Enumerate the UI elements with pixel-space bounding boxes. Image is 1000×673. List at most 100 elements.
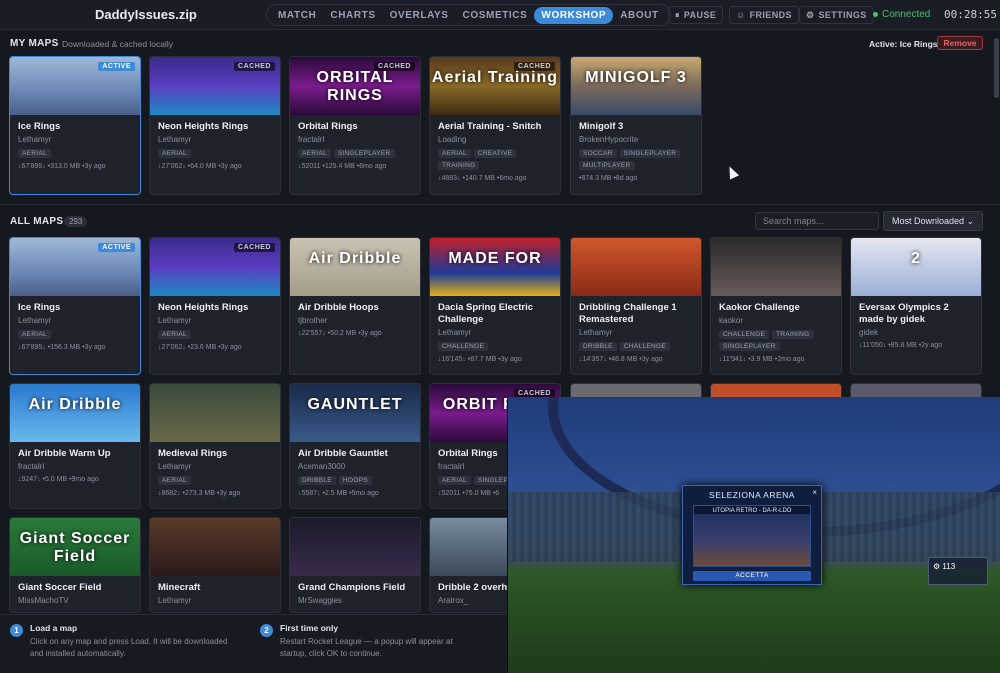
friends-button[interactable]: ☺ FRIENDS — [729, 6, 799, 24]
map-stats: ↓14'357↓ •46.8 MB •3y ago — [579, 356, 663, 363]
map-tag: AERIAL — [158, 149, 191, 158]
map-stats: ↓8682↓ •273.3 MB •3y ago — [158, 490, 241, 497]
tag-list: AERIAL — [158, 476, 272, 485]
map-tag: AERIAL — [438, 476, 471, 485]
map-name: Ice Rings — [18, 302, 61, 313]
map-thumbnail: ACTIVE — [10, 238, 140, 296]
tab-charts[interactable]: CHARTS — [323, 7, 382, 24]
map-name: Dribbling Challenge 1 Remastered — [579, 302, 677, 325]
map-tag: CHALLENGE — [719, 330, 770, 339]
card-body: Air Dribble Hoops tjbrother ↓22'557↓ •50.2… — [290, 296, 420, 343]
card-body: Kaokor Challenge kaokor CHALLENGE TRAINING S… — [711, 296, 841, 369]
map-name: Air Dribble Gauntlet — [298, 448, 388, 459]
map-card[interactable]: MINIGOLF 3 Minigolf 3 BrokenHypocrite SOCCA… — [570, 56, 702, 195]
map-stats: ↓9247↓ •5.0 MB •9mo ago — [18, 476, 99, 483]
thumbnail-caption: MINIGOLF 3 — [585, 69, 687, 86]
scrollbar-thumb[interactable] — [994, 38, 999, 98]
map-card[interactable]: Giant Soccer Field Giant Soccer Field Miss… — [9, 517, 141, 613]
map-card[interactable]: GAUNTLET Air Dribble Gauntlet Aceman3000 DR… — [289, 383, 421, 509]
settings-button[interactable]: ⚙ SETTINGS — [799, 6, 874, 24]
connection-status: Connected — [873, 9, 930, 20]
arena-preview[interactable]: UTOPIA RETRO - DA-R-LDO — [693, 505, 811, 567]
map-thumbnail — [150, 518, 280, 576]
hud-player-chip: ⚙ 113 — [928, 557, 988, 585]
status-badge: CACHED — [514, 62, 555, 71]
map-author: fractalrl — [18, 462, 45, 471]
map-card[interactable]: Dribbling Challenge 1 Remastered Lethamyr… — [570, 237, 702, 375]
map-tag: AERIAL — [18, 149, 51, 158]
status-badge: CACHED — [234, 62, 275, 71]
map-tag: DRIBBLE — [579, 342, 617, 351]
search-input[interactable] — [755, 212, 879, 230]
remove-button[interactable]: Remove — [937, 36, 983, 50]
map-stats: ↓27'062↓ •64.0 MB •3y ago — [158, 163, 242, 170]
card-body: Grand Champions Field MrSwaggies — [290, 576, 420, 611]
map-tag: SINGLEPLAYER — [719, 342, 780, 351]
all-maps-title: ALL MAPS — [10, 216, 64, 227]
map-author: Lethamyr — [158, 316, 192, 325]
session-clock: 00:28:55 — [944, 8, 997, 21]
map-card[interactable]: ORBITAL RINGS CACHED Orbital Rings fractalr… — [289, 56, 421, 195]
map-card[interactable]: MADE FOR Dacia Spring Electric Challenge L… — [429, 237, 561, 375]
accept-button[interactable]: ACCETTA — [693, 571, 811, 581]
map-author: gidek — [859, 328, 879, 337]
thumbnail-caption: Air Dribble — [28, 396, 122, 413]
map-thumbnail — [571, 238, 701, 296]
card-body: Neon Heights Rings Lethamyr AERIAL ↓27'062↓… — [150, 115, 280, 176]
status-badge: CACHED — [374, 62, 415, 71]
map-thumbnail — [150, 384, 280, 442]
map-card[interactable]: Minecraft Lethamyr — [149, 517, 281, 613]
map-author: Aceman3000 — [298, 462, 346, 471]
tab-about[interactable]: ABOUT — [613, 7, 666, 24]
sort-select[interactable]: Most Downloaded ⌄ — [883, 211, 983, 231]
status-dot-icon — [873, 12, 878, 17]
map-card[interactable]: Kaokor Challenge kaokor CHALLENGE TRAINING S… — [710, 237, 842, 375]
tag-list: CHALLENGE — [438, 342, 552, 351]
map-name: Eversax Olympics 2 made by gidek — [859, 302, 949, 325]
map-card[interactable]: Medieval Rings Lethamyr AERIAL ↓8682↓ •273.… — [149, 383, 281, 509]
step-text: Click on any map and press Load. It will… — [30, 637, 228, 658]
game-preview-window: SELEZIONA ARENA × UTOPIA RETRO - DA-R-LD… — [507, 397, 1000, 673]
map-author: Loading — [438, 135, 467, 144]
map-thumbnail: Air Dribble — [290, 238, 420, 296]
pause-button[interactable]: ⏸ PAUSE — [668, 6, 724, 24]
map-tag: AERIAL — [298, 149, 331, 158]
map-card[interactable]: Air Dribble Air Dribble Warm Up fractalrl ↓… — [9, 383, 141, 509]
map-author: Lethamyr — [18, 135, 52, 144]
tag-list: AERIAL — [158, 149, 272, 158]
chevron-down-icon: ⌄ — [966, 215, 974, 226]
thumbnail-caption: Aerial Training — [431, 69, 559, 86]
map-author: Lethamyr — [579, 328, 613, 337]
map-tag: DRIBBLE — [298, 476, 336, 485]
card-body: Air Dribble Warm Up fractalrl ↓9247↓ •5.0 … — [10, 442, 140, 489]
help-step-2: 2 First time only Restart Rocket League … — [260, 623, 480, 660]
top-bar: DaddyIssues.zip MATCH CHARTS OVERLAYS CO… — [0, 0, 1000, 30]
card-body: Medieval Rings Lethamyr AERIAL ↓8682↓ •273.… — [150, 442, 280, 503]
map-card[interactable]: ACTIVE Ice Rings Lethamyr AERIAL ↓67'895↓ •1… — [9, 237, 141, 375]
tab-workshop[interactable]: WORKSHOP — [534, 6, 614, 24]
map-card[interactable]: Aerial Training CACHED Aerial Training - S… — [429, 56, 561, 195]
map-card[interactable]: 2 Eversax Olympics 2 made by gidek gidek ↓1… — [850, 237, 982, 375]
map-card[interactable]: ACTIVE Ice Rings Lethamyr AERIAL ↓67'895↓ •3… — [9, 56, 141, 195]
tab-cosmetics[interactable]: COSMETICS — [456, 7, 535, 24]
step-number: 2 — [260, 624, 273, 637]
map-card[interactable]: Grand Champions Field MrSwaggies — [289, 517, 421, 613]
map-thumbnail: ACTIVE — [10, 57, 140, 115]
tag-list: AERIAL CREATIVE TRAINING — [438, 149, 552, 170]
pause-label: PAUSE — [683, 10, 717, 20]
map-stats: ↓52011 •125.4 MB •6mo ago — [298, 163, 387, 170]
map-thumbnail: GAUNTLET — [290, 384, 420, 442]
tab-overlays[interactable]: OVERLAYS — [383, 7, 456, 24]
map-card[interactable]: Air Dribble Air Dribble Hoops tjbrother ↓22… — [289, 237, 421, 375]
map-author: Lethamyr — [438, 328, 472, 337]
tab-match[interactable]: MATCH — [271, 7, 323, 24]
map-author: Lethamyr — [158, 596, 192, 605]
map-card[interactable]: CACHED Neon Heights Rings Lethamyr AERIAL ↓2… — [149, 237, 281, 375]
map-name: Minecraft — [158, 582, 201, 593]
map-card[interactable]: CACHED Neon Heights Rings Lethamyr AERIAL ↓2… — [149, 56, 281, 195]
map-thumbnail: CACHED — [150, 238, 280, 296]
gear-icon: ⚙ — [933, 562, 941, 571]
card-body: Ice Rings Lethamyr AERIAL ↓67'895↓ •313.0 M… — [10, 115, 140, 176]
close-icon[interactable]: × — [812, 488, 817, 497]
map-name: Neon Heights Rings — [158, 121, 249, 132]
